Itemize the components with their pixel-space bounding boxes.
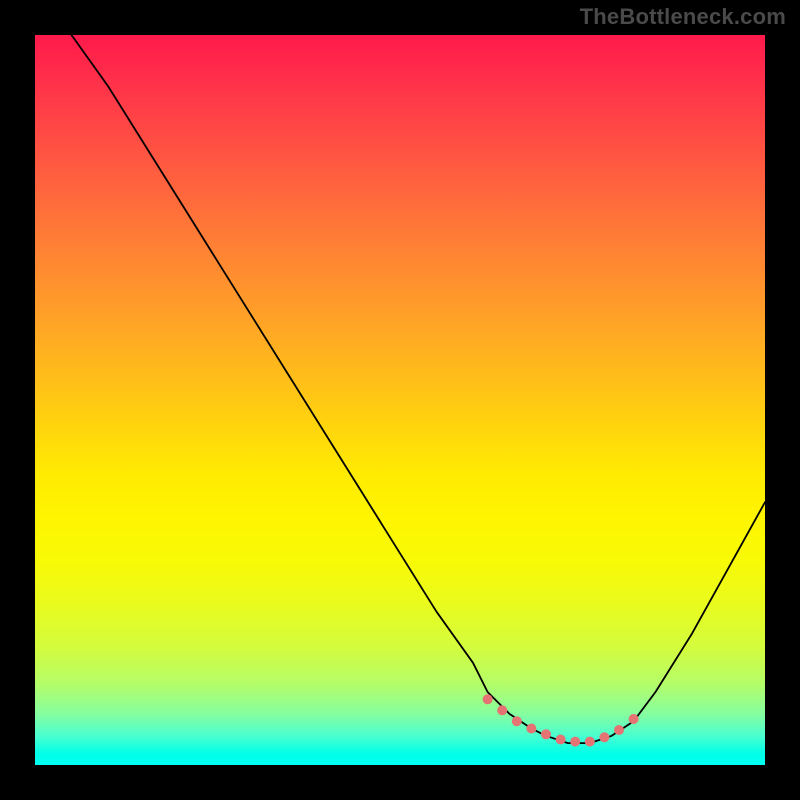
- bottleneck-curve: [72, 35, 766, 743]
- marker-dot: [570, 737, 580, 747]
- plot-area: [35, 35, 765, 765]
- curve-layer: [35, 35, 765, 765]
- marker-dot: [483, 694, 493, 704]
- optimal-range-markers: [483, 694, 639, 746]
- marker-dot: [512, 716, 522, 726]
- marker-dot: [497, 705, 507, 715]
- marker-dot: [541, 729, 551, 739]
- chart-frame: TheBottleneck.com: [0, 0, 800, 800]
- watermark-text: TheBottleneck.com: [580, 4, 786, 30]
- marker-dot: [599, 732, 609, 742]
- marker-dot: [585, 737, 595, 747]
- marker-dot: [556, 735, 566, 745]
- marker-dot: [629, 714, 639, 724]
- marker-dot: [526, 724, 536, 734]
- marker-dot: [614, 725, 624, 735]
